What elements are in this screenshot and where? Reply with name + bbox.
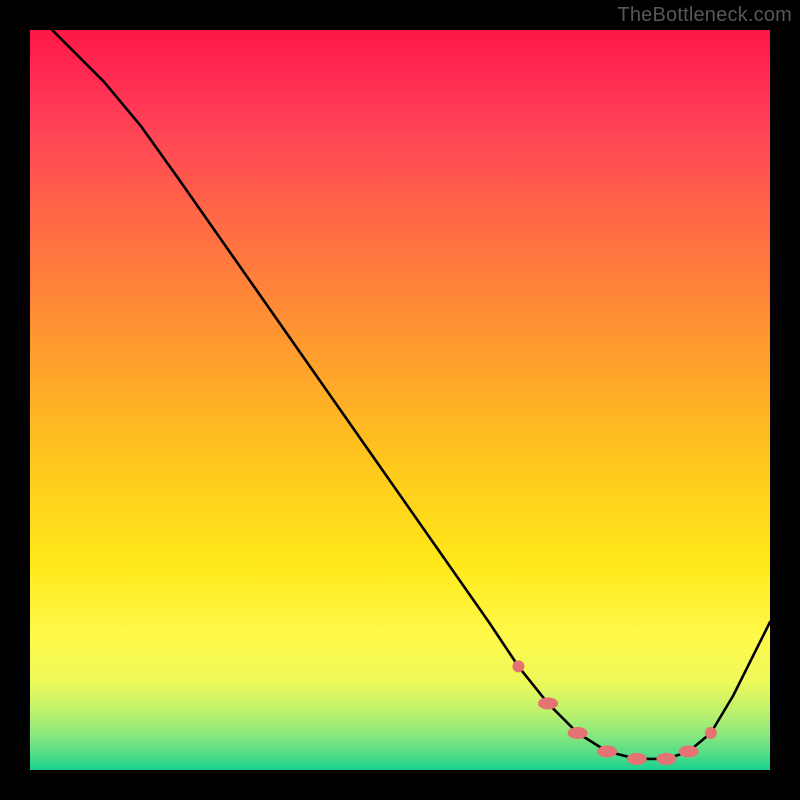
attribution-label: TheBottleneck.com — [617, 4, 792, 27]
marker-dot — [705, 727, 717, 739]
marker-dot — [512, 660, 524, 672]
marker-dot — [568, 727, 588, 739]
chart-frame: TheBottleneck.com — [0, 0, 800, 800]
curve-layer — [30, 30, 770, 770]
marker-dot — [597, 746, 617, 758]
plot-area — [30, 30, 770, 770]
marker-dot — [627, 753, 647, 765]
marker-dot — [538, 697, 558, 709]
marker-dot — [656, 753, 676, 765]
bottleneck-curve — [52, 30, 770, 759]
marker-dot — [679, 746, 699, 758]
marker-group — [512, 660, 716, 765]
